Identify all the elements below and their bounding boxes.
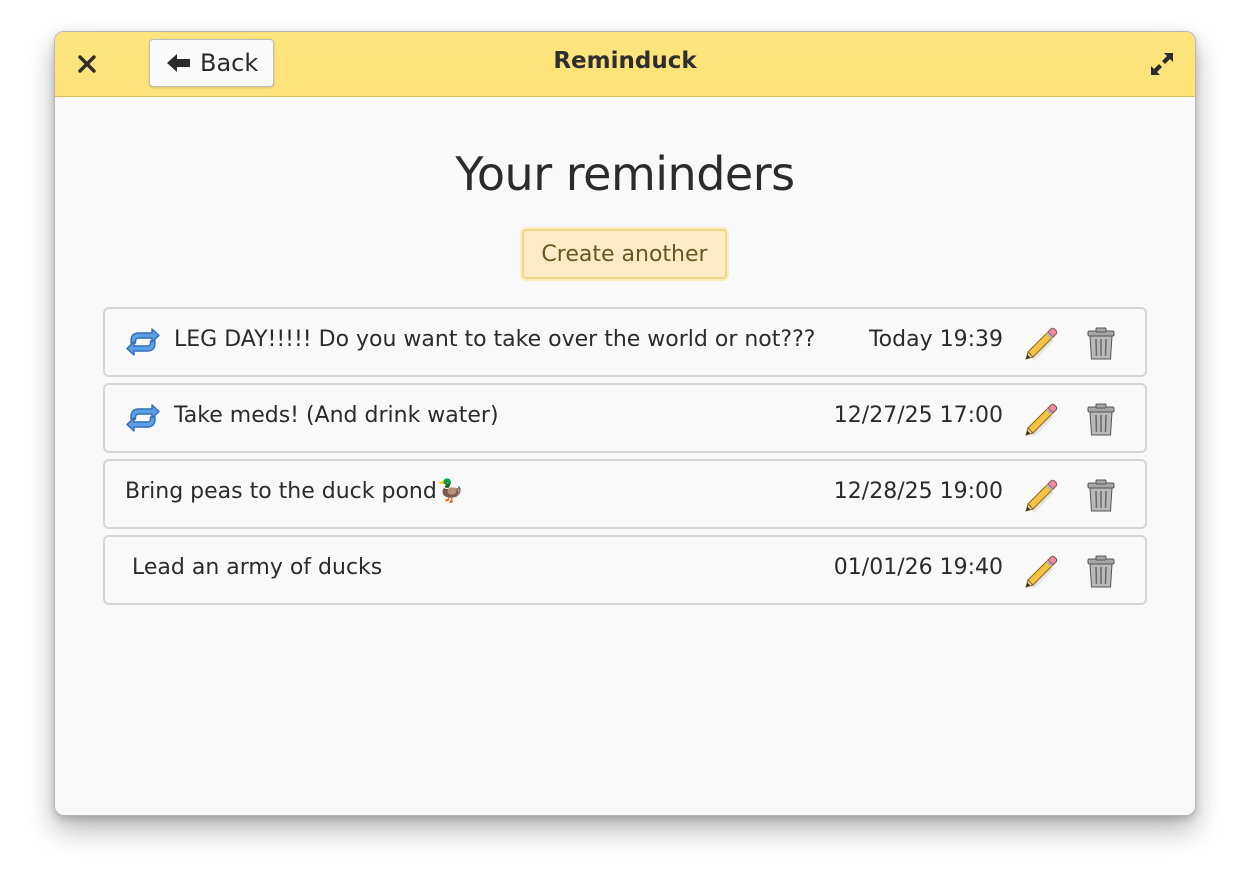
duck-emoji: 🦆: [436, 479, 465, 504]
header-bar: Back Reminduck: [55, 32, 1195, 97]
app-window: Back Reminduck Your reminders Create ano…: [54, 31, 1196, 816]
reminder-text-wrap: Bring peas to the duck pond🦆: [125, 479, 464, 504]
reminder-row[interactable]: Take meds! (And drink water) 12/27/25 17…: [103, 383, 1147, 453]
reminder-time: Today 19:39: [868, 327, 1003, 352]
pencil-icon[interactable]: [1023, 477, 1059, 513]
back-button-label: Back: [200, 49, 259, 77]
trash-icon[interactable]: [1085, 553, 1117, 589]
reminder-text: Bring peas to the duck pond: [125, 479, 437, 504]
reminder-text: LEG DAY!!!!! Do you want to take over th…: [174, 327, 816, 352]
repeat-icon: [126, 404, 160, 432]
page-title: Your reminders: [455, 147, 795, 201]
trash-icon[interactable]: [1085, 477, 1117, 513]
maximize-button[interactable]: [1147, 49, 1177, 79]
arrow-left-icon: [167, 54, 190, 72]
reminder-row[interactable]: Lead an army of ducks 01/01/26 19:40: [103, 535, 1147, 605]
reminder-time: 01/01/26 19:40: [833, 555, 1003, 580]
reminder-time: 12/27/25 17:00: [833, 403, 1003, 428]
pencil-icon[interactable]: [1023, 325, 1059, 361]
reminder-text: Take meds! (And drink water): [174, 403, 499, 428]
back-button[interactable]: Back: [149, 39, 274, 87]
reminder-time: 12/28/25 19:00: [833, 479, 1003, 504]
reminder-list: LEG DAY!!!!! Do you want to take over th…: [103, 307, 1147, 611]
create-another-button[interactable]: Create another: [522, 229, 727, 279]
repeat-icon: [126, 328, 160, 356]
close-icon: [78, 55, 96, 73]
reminder-text: Lead an army of ducks: [132, 555, 383, 580]
reminder-row[interactable]: Bring peas to the duck pond🦆 12/28/25 19…: [103, 459, 1147, 529]
trash-icon[interactable]: [1085, 401, 1117, 437]
pencil-icon[interactable]: [1023, 401, 1059, 437]
reminder-row[interactable]: LEG DAY!!!!! Do you want to take over th…: [103, 307, 1147, 377]
maximize-icon: [1151, 53, 1173, 75]
close-button[interactable]: [71, 48, 103, 80]
pencil-icon[interactable]: [1023, 553, 1059, 589]
trash-icon[interactable]: [1085, 325, 1117, 361]
